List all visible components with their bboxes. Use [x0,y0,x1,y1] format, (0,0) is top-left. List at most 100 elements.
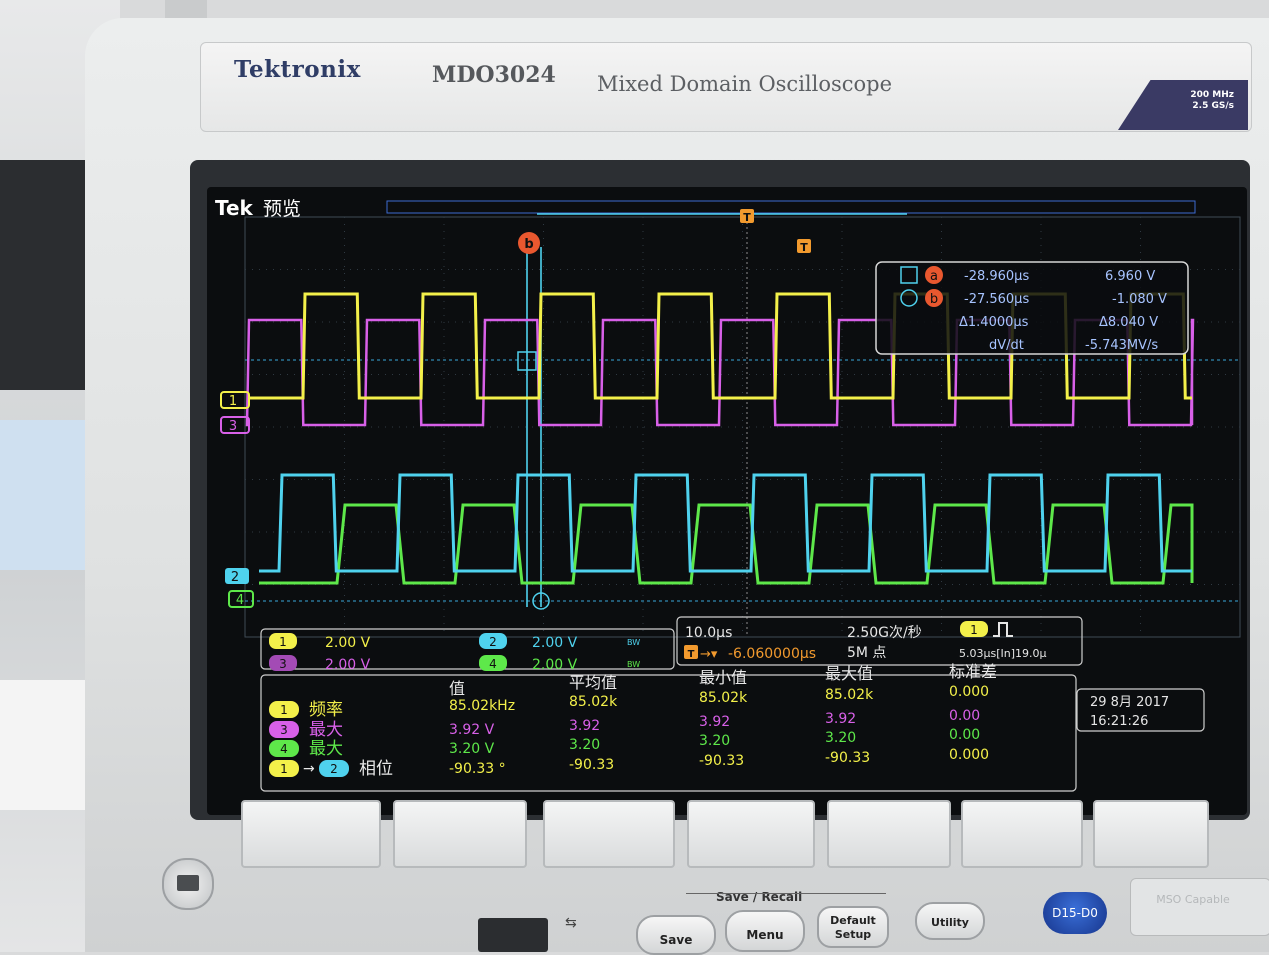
meas-cell: 85.02k [825,687,874,703]
softkey-row [235,800,1235,870]
meas-header-mean: 平均值 [569,673,617,692]
cursor-b-time: -27.560μs [964,292,1029,307]
meas-cell: 85.02k [699,690,748,706]
save-button[interactable]: Save [636,915,716,955]
channel-settings-panel [260,628,675,670]
ch1-scale[interactable]: 2.00 V [325,635,371,651]
tek-logo: Tek [215,196,254,220]
meas-header-std: 标准差 [949,662,997,681]
utility-button-label: Utility [931,916,969,929]
meas-arrow-icon: → [303,761,315,777]
meas-cell: 3.92 V [449,722,495,738]
meas-row-channel: 3 [280,723,288,737]
meas-cell: 3.20 [825,730,856,746]
cursor-b-readout-label: b [930,292,938,307]
default-setup-label: Default Setup [830,914,876,941]
meas-cell: 3.92 [699,714,730,730]
meas-cell: 3.92 [569,718,600,734]
meas-cell: 85.02kHz [449,698,515,714]
sample-rate-label: 2.5 GS/s [1192,101,1234,111]
model-number: MDO3024 [432,62,556,88]
cursor-b-marker-label: b [524,237,533,252]
meas-header-value: 值 [449,679,465,698]
usb-icon: ⇆ [565,915,577,931]
ch4-marker[interactable]: 4 [236,593,244,608]
meas-row-label: 最大 [309,739,343,759]
trigger-info: 5.03μs[In]19.0μ [959,647,1047,660]
d15-d0-button[interactable]: D15-D0 [1043,892,1107,934]
cursor-delta-time: Δ1.4000μs [959,315,1029,330]
sample-rate: 2.50G次/秒 [847,625,922,641]
ch4-setting-id: 4 [489,657,497,671]
time-scale[interactable]: 10.0μs [685,625,732,641]
ch4-scale[interactable]: 2.00 V [532,657,578,673]
utility-button[interactable]: Utility [915,902,985,940]
trigger-delay-icon-label: T [688,649,695,660]
meas-cell: 3.20 [569,737,600,753]
meas-cell: -90.33 [569,757,614,773]
cursor-dvdt-value: -5.743MV/s [1085,338,1158,353]
meas-cell: -90.33 ° [449,761,506,777]
cursor-a-volt: 6.960 V [1105,269,1155,284]
softkey-1[interactable] [241,800,381,868]
trigger-position-label: T [743,211,751,224]
meas-row-channel-2: 2 [330,762,338,776]
usb-port [478,918,548,952]
date: 29 8月 2017 [1090,695,1169,710]
channel-markers: 1 3 2 4 [220,391,254,608]
softkey-3[interactable] [543,800,675,868]
meas-row-label: 相位 [359,759,393,779]
save-recall-divider [686,893,886,894]
trigger-delay[interactable]: -6.060000μs [728,646,816,662]
ch2-setting-id: 2 [489,635,497,649]
meas-row-channel: 4 [280,742,288,756]
ch2-marker[interactable]: 2 [231,570,239,585]
meas-row-channel: 1 [280,762,288,776]
cursor-a-time: -28.960μs [964,269,1029,284]
cursor-b-volt: -1.080 V [1112,292,1167,307]
softkey-2[interactable] [393,800,527,868]
print-button[interactable] [162,858,214,910]
softkey-7[interactable] [1093,800,1209,868]
menu-button-label: Menu [746,928,784,942]
meas-cell: -90.33 [825,750,870,766]
mso-label: MSO Capable [1156,893,1230,906]
cursor-dvdt-label: dV/dt [989,338,1024,353]
meas-cell: 3.20 [699,733,730,749]
meas-cell: 3.20 V [449,741,495,757]
time: 16:21:26 [1090,714,1148,729]
softkey-4[interactable] [687,800,815,868]
meas-row-label: 最大 [309,720,343,740]
meas-cell: 3.92 [825,711,856,727]
printer-icon [177,875,199,891]
softkey-6[interactable] [961,800,1083,868]
ch2-bw-limit: BW [627,638,640,647]
cursor-a-marker-label: a [930,269,938,284]
meas-cell: 0.00 [949,708,980,724]
meas-header-max: 最大值 [825,664,873,683]
ch3-scale[interactable]: 2.00 V [325,657,371,673]
brand-logo: Tektronix [234,56,361,83]
menu-button[interactable]: Menu [725,910,805,952]
model-name: Mixed Domain Oscilloscope [597,72,893,96]
meas-cell: 85.02k [569,694,618,710]
meas-header-min: 最小值 [699,668,747,687]
mso-panel: MSO Capable [1130,878,1269,936]
display: b T T 1 3 2 4 a b -28.960μs 6.960 V -27.… [207,187,1247,815]
svg-text:→▾: →▾ [700,647,718,662]
trigger-marker-label: T [800,241,808,254]
default-setup-button[interactable]: Default Setup [817,906,889,948]
meas-cell: 0.000 [949,747,989,763]
meas-cell: 0.000 [949,684,989,700]
ch1-marker[interactable]: 1 [229,394,237,409]
record-view-bar [386,200,1196,214]
waveform-canvas: b T T 1 3 2 4 a b -28.960μs 6.960 V -27.… [215,196,1241,792]
softkey-5[interactable] [827,800,951,868]
ch4-bw-limit: BW [627,660,640,669]
meas-row-channel: 1 [280,703,288,717]
ch2-scale[interactable]: 2.00 V [532,635,578,651]
ch3-marker[interactable]: 3 [229,419,237,434]
meas-row-label: 频率 [309,700,343,720]
ch1-setting-id: 1 [279,635,287,649]
acquisition-mode: 预览 [263,198,301,220]
